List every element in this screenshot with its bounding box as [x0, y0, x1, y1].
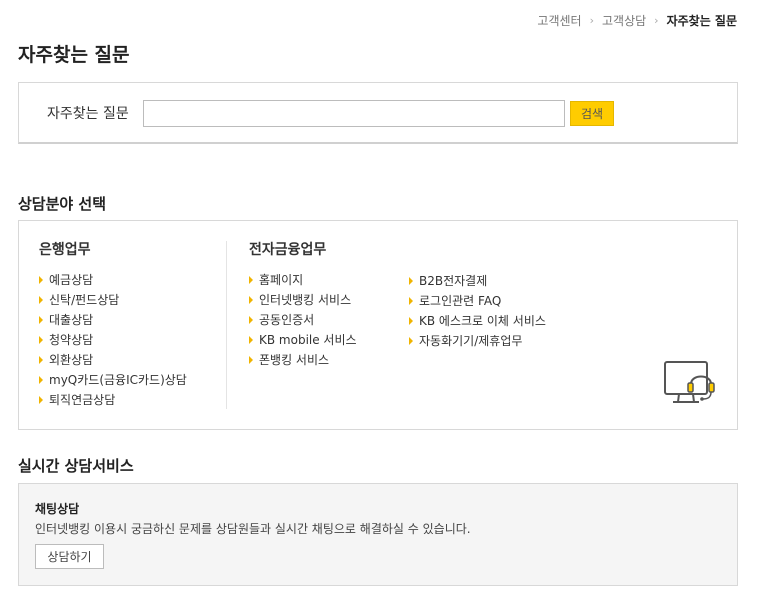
ebanking-list-col1: 홈페이지 인터넷뱅킹 서비스 공동인증서 KB mobile 서비스 폰뱅킹 서… [249, 272, 409, 372]
category-item-b2b-payment[interactable]: B2B전자결제 [409, 273, 609, 293]
category-item-subscription[interactable]: 청약상담 [39, 332, 227, 352]
breadcrumb: 고객센터 › 고객상담 › 자주찾는 질문 [537, 12, 737, 29]
breadcrumb-item-consultation[interactable]: 고객상담 [602, 12, 646, 29]
category-item-internet-banking[interactable]: 인터넷뱅킹 서비스 [249, 292, 409, 312]
search-button[interactable]: 검색 [570, 101, 614, 126]
category-box: 은행업무 예금상담 신탁/펀드상담 대출상담 청약상담 외환상담 myQ카드(금… [18, 220, 738, 430]
bullet-arrow-icon [39, 356, 43, 364]
category-item-trust-fund[interactable]: 신탁/펀드상담 [39, 292, 227, 312]
banking-list: 예금상담 신탁/펀드상담 대출상담 청약상담 외환상담 myQ카드(금융IC카드… [39, 272, 227, 412]
bullet-arrow-icon [39, 296, 43, 304]
bullet-arrow-icon [249, 296, 253, 304]
banking-category: 은행업무 예금상담 신탁/펀드상담 대출상담 청약상담 외환상담 myQ카드(금… [39, 239, 227, 412]
live-section-title: 실시간 상담서비스 [18, 457, 134, 475]
bullet-arrow-icon [249, 316, 253, 324]
bullet-arrow-icon [409, 297, 413, 305]
category-item-atm-partnership[interactable]: 자동화기기/제휴업무 [409, 333, 609, 353]
bullet-arrow-icon [249, 276, 253, 284]
category-item-myq-card[interactable]: myQ카드(금융IC카드)상담 [39, 372, 227, 392]
bullet-arrow-icon [39, 336, 43, 344]
ebanking-category-col2: B2B전자결제 로그인관련 FAQ KB 에스크로 이체 서비스 자동화기기/제… [409, 273, 609, 353]
chat-description: 인터넷뱅킹 이용시 궁금하신 문제를 상담원들과 실시간 채팅으로 해결하실 수… [35, 522, 471, 536]
bullet-arrow-icon [39, 276, 43, 284]
search-label: 자주찾는 질문 [47, 106, 129, 122]
ebanking-list-col2: B2B전자결제 로그인관련 FAQ KB 에스크로 이체 서비스 자동화기기/제… [409, 273, 609, 353]
bullet-arrow-icon [39, 396, 43, 404]
category-section-title: 상담분야 선택 [18, 195, 107, 213]
search-input[interactable] [143, 100, 565, 127]
category-item-foreign-exchange[interactable]: 외환상담 [39, 352, 227, 372]
bullet-arrow-icon [249, 336, 253, 344]
category-item-loan[interactable]: 대출상담 [39, 312, 227, 332]
category-item-phone-banking[interactable]: 폰뱅킹 서비스 [249, 352, 409, 372]
category-item-deposit[interactable]: 예금상담 [39, 272, 227, 292]
faq-search-box: 자주찾는 질문 검색 [18, 82, 738, 144]
start-chat-button[interactable]: 상담하기 [35, 544, 104, 569]
category-item-certificate[interactable]: 공동인증서 [249, 312, 409, 332]
ebanking-category: 전자금융업무 홈페이지 인터넷뱅킹 서비스 공동인증서 KB mobile 서비… [249, 239, 409, 372]
bullet-arrow-icon [39, 376, 43, 384]
bullet-arrow-icon [409, 337, 413, 345]
page-title: 자주찾는 질문 [18, 44, 130, 66]
category-item-retirement-pension[interactable]: 퇴직연금상담 [39, 392, 227, 412]
bullet-arrow-icon [409, 317, 413, 325]
support-monitor-headset-icon [664, 361, 715, 403]
category-item-escrow-transfer[interactable]: KB 에스크로 이체 서비스 [409, 313, 609, 333]
bullet-arrow-icon [409, 277, 413, 285]
breadcrumb-current: 자주찾는 질문 [666, 14, 737, 28]
ebanking-heading: 전자금융업무 [249, 242, 327, 258]
chevron-right-icon: › [654, 14, 659, 27]
chat-consult-box: 채팅상담 인터넷뱅킹 이용시 궁금하신 문제를 상담원들과 실시간 채팅으로 해… [18, 483, 738, 586]
bullet-arrow-icon [39, 316, 43, 324]
category-item-login-faq[interactable]: 로그인관련 FAQ [409, 293, 609, 313]
bullet-arrow-icon [249, 356, 253, 364]
category-item-homepage[interactable]: 홈페이지 [249, 272, 409, 292]
chat-title: 채팅상담 [35, 502, 80, 516]
category-divider [226, 241, 227, 409]
chevron-right-icon: › [589, 14, 594, 27]
category-item-kb-mobile[interactable]: KB mobile 서비스 [249, 332, 409, 352]
breadcrumb-item-customer-center[interactable]: 고객센터 [537, 12, 581, 29]
banking-heading: 은행업무 [39, 242, 91, 258]
